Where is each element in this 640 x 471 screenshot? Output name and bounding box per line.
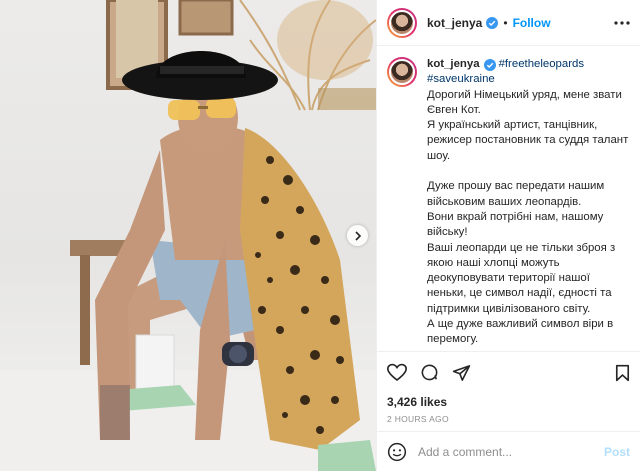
avatar-image (389, 9, 415, 36)
hashtag-link[interactable]: #saveukraine (427, 73, 495, 85)
action-bar (377, 351, 640, 393)
chevron-right-icon (354, 230, 361, 241)
more-options-button[interactable] (614, 20, 630, 25)
comment-input[interactable] (418, 444, 604, 459)
next-photo-button[interactable] (347, 225, 368, 246)
post-sidebar: kot_jenya • Follow kot_jenya #freetheleo… (376, 0, 640, 471)
caption-avatar[interactable] (387, 57, 417, 87)
share-button[interactable] (452, 364, 471, 382)
follow-button[interactable]: Follow (513, 16, 551, 30)
emoji-icon[interactable] (387, 442, 407, 462)
share-icon (452, 364, 471, 381)
username[interactable]: kot_jenya (427, 16, 482, 30)
avatar[interactable] (387, 7, 417, 38)
comment-box: Post (377, 431, 640, 471)
caption-username[interactable]: kot_jenya (427, 57, 480, 72)
caption: kot_jenya #freetheleopards #saveukraine … (377, 46, 640, 351)
caption-header: kot_jenya #freetheleopards (427, 57, 630, 72)
likes-count[interactable]: 3,426 likes (377, 393, 640, 409)
caption-body: kot_jenya #freetheleopards #saveukraine … (427, 57, 630, 351)
verified-badge-icon (483, 58, 496, 71)
comment-button[interactable] (420, 363, 439, 382)
instagram-post: kot_jenya • Follow kot_jenya #freetheleo… (0, 0, 640, 471)
save-button[interactable] (615, 364, 630, 382)
post-timestamp: 2 HOURS AGO (387, 414, 449, 424)
verified-badge-icon (486, 16, 499, 29)
separator-dot: • (503, 15, 508, 30)
heart-icon (387, 363, 407, 382)
more-options-icon (614, 20, 630, 25)
post-photo[interactable] (0, 0, 376, 471)
caption-avatar-image (389, 59, 415, 85)
comment-icon (421, 364, 438, 381)
caption-text: Дорогий Німецький уряд, мене звати Євген… (427, 88, 629, 346)
bookmark-icon (615, 364, 630, 381)
post-header: kot_jenya • Follow (377, 0, 640, 46)
photo-illustration (0, 0, 376, 471)
hashtag-link[interactable]: #freetheleopards (499, 57, 585, 72)
like-button[interactable] (387, 363, 407, 382)
post-comment-button[interactable]: Post (604, 445, 630, 459)
